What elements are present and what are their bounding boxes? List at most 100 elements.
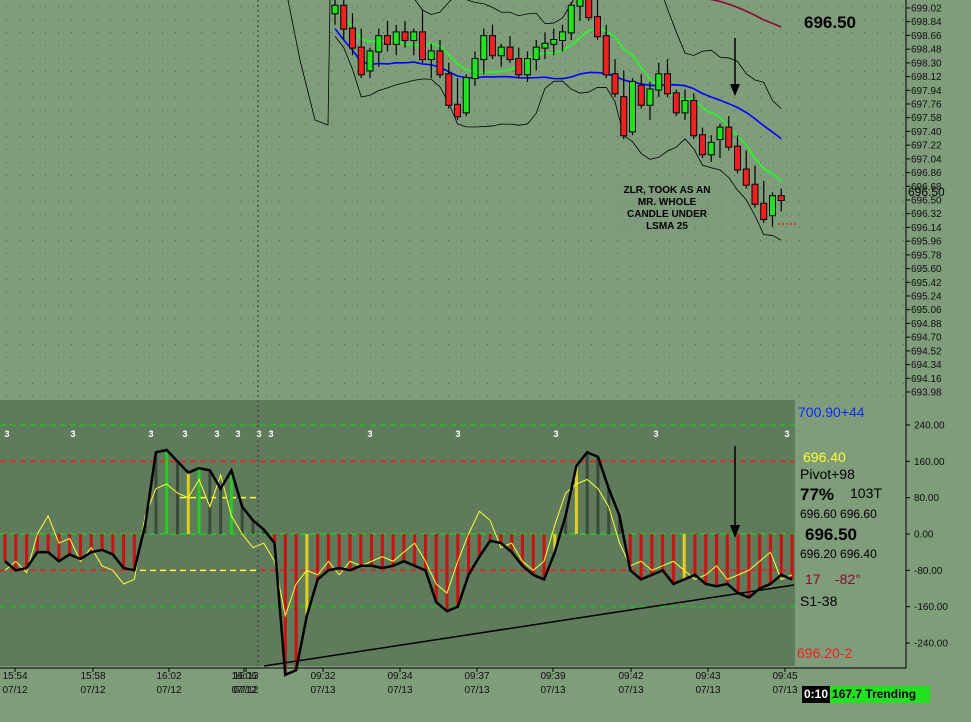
histogram-bar	[725, 534, 729, 584]
candle-body	[428, 51, 434, 60]
trade-note: ZLR, TOOK AS AN MR. WHOLE CANDLE UNDER L…	[612, 182, 722, 234]
price-tick-label: 695.42	[911, 278, 942, 289]
histogram-bar	[779, 534, 783, 575]
price-tick-label: 694.34	[911, 360, 942, 371]
price-tick-label: 693.98	[911, 388, 942, 399]
histogram-bar	[585, 452, 589, 534]
histogram-bar	[25, 534, 29, 569]
price-tick-label: 696.86	[911, 168, 942, 179]
candle-body	[586, 0, 592, 18]
histogram-bar	[790, 534, 794, 580]
flag-label: 3	[256, 429, 261, 439]
flag-label: 3	[553, 429, 558, 439]
histogram-bar	[445, 534, 449, 612]
candle-body	[393, 32, 399, 44]
angle-left-label: 17	[805, 571, 821, 587]
histogram-bar	[68, 534, 72, 555]
candle-body	[621, 97, 627, 136]
x-tick-date: 07/13	[464, 685, 489, 696]
histogram-bar	[78, 534, 82, 559]
x-tick-date: 07/13	[387, 685, 412, 696]
histogram-bar	[768, 534, 772, 584]
histogram-bar	[111, 534, 115, 555]
x-tick-time: 09:42	[618, 671, 643, 682]
candle-body	[647, 89, 653, 105]
histogram-bar	[337, 534, 341, 569]
candle-body	[376, 36, 382, 52]
x-tick-date: 07/13	[772, 685, 797, 696]
angle-right-label: -82°	[835, 571, 861, 587]
candle-body	[778, 196, 784, 200]
histogram-bar	[316, 534, 320, 580]
candle-body	[350, 28, 355, 48]
candle	[629, 78, 636, 136]
price-tick-label: 698.12	[911, 72, 942, 83]
candle-body	[542, 43, 548, 48]
tick-count-label: 103T	[850, 485, 882, 501]
candle-body	[682, 100, 688, 113]
candle	[462, 74, 470, 117]
trend-badge: 167.7 Trending	[830, 686, 931, 703]
histogram-bar	[715, 534, 719, 587]
note-line-4: LSMA 25	[646, 221, 688, 232]
histogram-bar	[531, 534, 535, 575]
candle-body	[551, 40, 557, 44]
x-tick-date: 07/13	[310, 685, 335, 696]
bid-ask-pair-2: 696.20 696.40	[800, 547, 877, 561]
price-tick-label: 694.88	[911, 319, 942, 330]
histogram-bar	[650, 534, 654, 575]
histogram-bar	[402, 534, 406, 562]
price-tick-label: 694.52	[911, 346, 942, 357]
price-tick-label: 698.84	[911, 17, 942, 28]
note-line-3: CANDLE UNDER	[627, 209, 708, 220]
candle-body	[455, 104, 460, 117]
flag-label: 3	[653, 429, 658, 439]
flag-label: 3	[367, 429, 372, 439]
candle-body	[603, 36, 609, 75]
flag-label: 3	[182, 429, 187, 439]
candle-body	[700, 135, 705, 155]
candle-body	[577, 0, 583, 6]
percent-label: 77%	[800, 485, 834, 504]
candle-body	[743, 169, 749, 185]
candle-body	[638, 85, 644, 105]
histogram-bar	[456, 534, 460, 607]
price-tick-label: 699.02	[911, 4, 942, 15]
x-tick-time: 09:45	[772, 671, 797, 682]
x-tick-time: 16:02	[156, 671, 181, 682]
note-line-2: MR. WHOLE	[638, 197, 697, 208]
flag-label: 3	[235, 429, 240, 439]
histogram-bar	[294, 534, 298, 671]
last-price-label: 696.50	[804, 13, 856, 32]
histogram-bar	[423, 534, 427, 571]
candle-body	[656, 74, 662, 90]
indicator-tick-label: 80.00	[914, 493, 939, 504]
flag-label: 3	[784, 429, 789, 439]
candle-body	[437, 51, 443, 75]
candle-body	[332, 5, 338, 14]
candle-body	[612, 74, 618, 94]
histogram-bar	[14, 534, 18, 571]
candle-body	[490, 36, 495, 56]
x-tick-time: 15:58	[80, 671, 105, 682]
note-line-1: ZLR, TOOK AS AN	[624, 185, 711, 196]
price-tick-label: 697.22	[911, 141, 942, 152]
price-tick-label: 695.78	[911, 250, 942, 261]
price-tick-label: 697.94	[911, 86, 942, 97]
candle-body	[761, 203, 767, 220]
histogram-bar	[165, 449, 169, 534]
candle-body	[367, 51, 373, 71]
x-tick-date: 07/13	[618, 685, 643, 696]
candle-body	[420, 32, 425, 60]
histogram-bar	[175, 461, 179, 534]
histogram-bar	[219, 488, 223, 534]
x-tick-time: 15:54	[2, 671, 27, 682]
price-tick-label: 696.14	[911, 223, 942, 234]
status-time: 0:10	[802, 686, 831, 703]
histogram-bar	[240, 506, 244, 534]
candle-body	[358, 47, 364, 75]
x-tick-time: 09:34	[387, 671, 412, 682]
x-tick-time: 09:39	[540, 671, 565, 682]
candle-body	[630, 81, 635, 132]
yellow-price-label: 696.40	[803, 449, 846, 465]
